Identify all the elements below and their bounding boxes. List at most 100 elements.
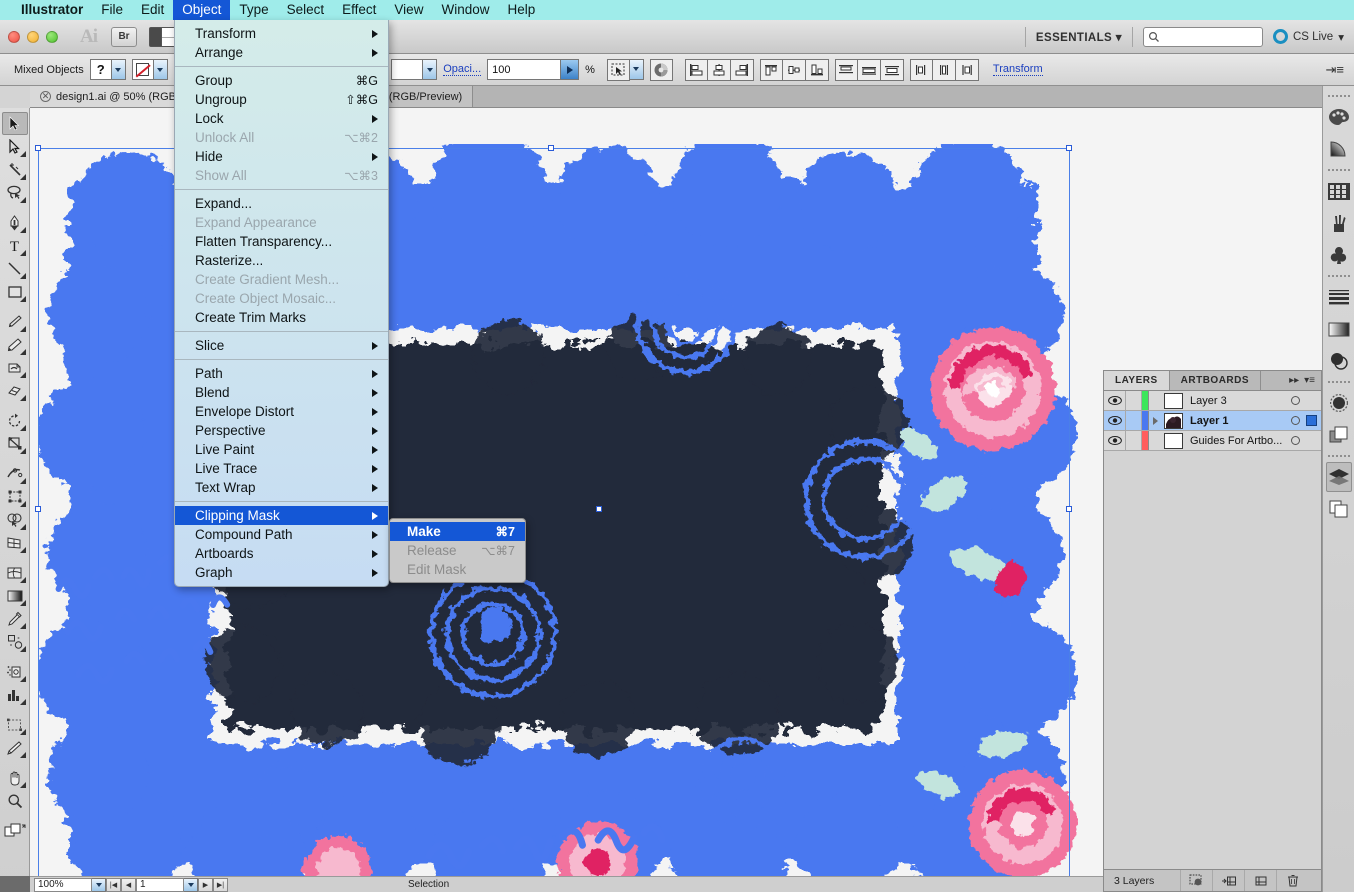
graphic-style-arrow[interactable]: [423, 59, 438, 80]
eyedropper-tool[interactable]: [2, 607, 28, 630]
delete-selection-button[interactable]: [1276, 870, 1308, 891]
menu-option-slice[interactable]: Slice: [175, 336, 388, 355]
slice-tool[interactable]: [2, 736, 28, 759]
layer-name[interactable]: Guides For Artbo...: [1183, 435, 1291, 447]
opacity-stepper-arrow[interactable]: [561, 59, 580, 80]
graphic-style-field[interactable]: [391, 59, 424, 80]
distribute-bottom-button[interactable]: [880, 58, 904, 81]
selection-tool[interactable]: [1, 112, 28, 135]
gradient-panel-icon[interactable]: [1326, 314, 1352, 344]
stroke-dropdown-arrow[interactable]: [153, 59, 168, 80]
first-artboard-button[interactable]: |◀: [106, 877, 121, 892]
fill-color-control[interactable]: ?: [89, 59, 126, 80]
fill-stroke-indicator[interactable]: [2, 819, 28, 842]
menu-option-hide[interactable]: Hide: [175, 147, 388, 166]
close-button[interactable]: [8, 30, 20, 43]
dock-grip[interactable]: [1323, 452, 1354, 460]
menu-option-ungroup[interactable]: Ungroup ⇧⌘G: [175, 90, 388, 109]
menu-option-live-trace[interactable]: Live Trace: [175, 459, 388, 478]
align-right-button[interactable]: [730, 58, 754, 81]
stroke-panel-icon[interactable]: [1326, 282, 1352, 312]
transform-link[interactable]: Transform: [992, 63, 1043, 76]
align-bottom-button[interactable]: [805, 58, 829, 81]
color-guide-panel-icon[interactable]: [1326, 134, 1352, 164]
selection-handle[interactable]: [1066, 145, 1072, 151]
align-center-vertical-button[interactable]: [782, 58, 806, 81]
artboards-panel-icon[interactable]: [1326, 494, 1352, 524]
rectangle-tool[interactable]: [2, 280, 28, 303]
lock-toggle[interactable]: [1126, 431, 1142, 450]
menu-option-create-trim-marks[interactable]: Create Trim Marks: [175, 308, 388, 327]
menu-option-graph[interactable]: Graph: [175, 563, 388, 582]
selection-handle[interactable]: [35, 506, 41, 512]
cs-live-button[interactable]: CS Live ▾: [1272, 29, 1344, 44]
submenu-option-make[interactable]: Make ⌘7: [390, 522, 525, 541]
make-clipping-mask-button[interactable]: [1180, 870, 1212, 891]
previous-artboard-button[interactable]: ◀: [121, 877, 136, 892]
menu-option-clipping-mask[interactable]: Clipping Mask: [175, 506, 388, 525]
distribute-center-vertical-button[interactable]: [857, 58, 881, 81]
menu-option-envelope-distort[interactable]: Envelope Distort: [175, 402, 388, 421]
expand-arrow-icon[interactable]: [1149, 417, 1162, 425]
select-similar-arrow[interactable]: [629, 58, 644, 80]
symbol-sprayer-tool[interactable]: [2, 660, 28, 683]
selection-handle[interactable]: [1066, 506, 1072, 512]
target-indicator-icon[interactable]: [1291, 396, 1300, 405]
opacity-link[interactable]: Opaci...: [443, 63, 482, 76]
selection-handle[interactable]: [596, 506, 602, 512]
artboard-tool[interactable]: [2, 713, 28, 736]
tab-layers[interactable]: LAYERS: [1104, 371, 1170, 390]
menu-item-effect[interactable]: Effect: [333, 0, 385, 20]
workspace-switcher[interactable]: ESSENTIALS ▾: [1036, 30, 1122, 44]
dock-grip[interactable]: [1323, 272, 1354, 280]
menu-option-expand[interactable]: Expand...: [175, 194, 388, 213]
swatches-panel-icon[interactable]: [1326, 176, 1352, 206]
tab-artboards[interactable]: ARTBOARDS: [1170, 371, 1262, 390]
menu-option-perspective[interactable]: Perspective: [175, 421, 388, 440]
dock-grip[interactable]: [1323, 378, 1354, 386]
symbols-panel-icon[interactable]: [1326, 240, 1352, 270]
layer-row-layer3[interactable]: Layer 3: [1104, 391, 1321, 411]
magic-wand-tool[interactable]: [2, 158, 28, 181]
opacity-input[interactable]: 100: [487, 59, 562, 80]
free-transform-tool[interactable]: [2, 485, 28, 508]
artboard-number-field[interactable]: 1: [136, 877, 184, 892]
search-input[interactable]: [1142, 26, 1263, 47]
align-top-button[interactable]: [759, 58, 783, 81]
menu-option-compound-path[interactable]: Compound Path: [175, 525, 388, 544]
line-segment-tool[interactable]: [2, 257, 28, 280]
menu-option-group[interactable]: Group ⌘G: [175, 71, 388, 90]
dock-grip[interactable]: [1323, 166, 1354, 174]
arrange-documents-icon[interactable]: [149, 26, 175, 47]
menu-option-arrange[interactable]: Arrange: [175, 43, 388, 62]
zoom-tool[interactable]: [2, 789, 28, 812]
close-icon[interactable]: ✕: [40, 91, 51, 102]
menu-item-view[interactable]: View: [385, 0, 432, 20]
lasso-tool[interactable]: [2, 181, 28, 204]
graphic-style-control[interactable]: [391, 59, 438, 80]
align-left-button[interactable]: [684, 58, 708, 81]
next-artboard-button[interactable]: ▶: [198, 877, 213, 892]
panel-menu-icon[interactable]: ▾≡: [1304, 375, 1315, 386]
create-new-sublayer-button[interactable]: [1212, 870, 1244, 891]
appearance-panel-icon[interactable]: [1326, 388, 1352, 418]
menu-item-type[interactable]: Type: [230, 0, 277, 20]
perspective-grid-tool[interactable]: [2, 531, 28, 554]
menu-item-window[interactable]: Window: [432, 0, 498, 20]
fill-swatch[interactable]: ?: [89, 59, 112, 80]
align-center-horizontal-button[interactable]: [707, 58, 731, 81]
menu-option-path[interactable]: Path: [175, 364, 388, 383]
select-similar-control[interactable]: [606, 58, 644, 81]
menu-item-illustrator[interactable]: Illustrator: [12, 0, 92, 20]
menu-option-text-wrap[interactable]: Text Wrap: [175, 478, 388, 497]
recolor-artwork-icon[interactable]: [649, 58, 673, 81]
bridge-button[interactable]: Br: [111, 26, 137, 47]
menu-option-live-paint[interactable]: Live Paint: [175, 440, 388, 459]
menu-option-transform[interactable]: Transform: [175, 24, 388, 43]
menu-item-edit[interactable]: Edit: [132, 0, 173, 20]
column-graph-tool[interactable]: [2, 683, 28, 706]
pen-tool[interactable]: [2, 211, 28, 234]
lock-toggle[interactable]: [1126, 411, 1142, 430]
visibility-toggle-icon[interactable]: [1104, 391, 1126, 410]
blob-brush-tool[interactable]: [2, 356, 28, 379]
